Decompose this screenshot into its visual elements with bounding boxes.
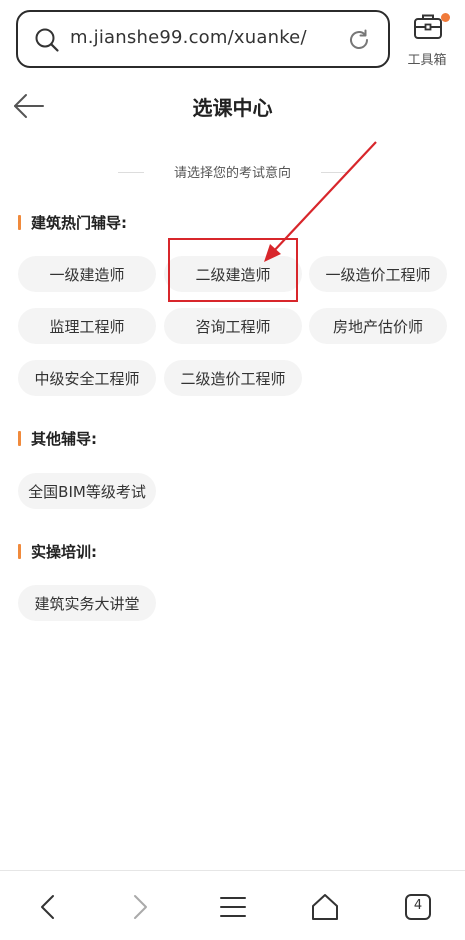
section-title-text: 其他辅导:: [31, 430, 97, 448]
refresh-icon[interactable]: [346, 27, 372, 53]
section-accent-bar: [18, 215, 21, 230]
subtitle: 请选择您的考试意向: [173, 166, 291, 181]
menu-icon[interactable]: [217, 891, 249, 923]
course-chip[interactable]: 咨询工程师: [164, 308, 302, 344]
notification-dot: [441, 13, 450, 22]
forward-icon[interactable]: [124, 891, 156, 923]
toolbox-button[interactable]: 工具箱: [402, 12, 452, 68]
course-chip[interactable]: 一级造价工程师: [309, 256, 447, 292]
course-chip[interactable]: 中级安全工程师: [18, 360, 156, 396]
course-chip[interactable]: 一级建造师: [18, 256, 156, 292]
annotation-arrow: [264, 141, 377, 262]
toolbox-label: 工具箱: [407, 53, 447, 68]
browser-top-bar: m.jianshe99.com/xuanke/ 工具箱: [0, 0, 465, 78]
tab-count: 4: [413, 898, 423, 913]
back-icon[interactable]: [32, 891, 64, 923]
course-chip[interactable]: 建筑实务大讲堂: [18, 585, 156, 621]
home-icon[interactable]: [309, 891, 341, 923]
section-title-text: 建筑热门辅导:: [31, 214, 127, 232]
course-chip[interactable]: 监理工程师: [18, 308, 156, 344]
course-chip[interactable]: 二级造价工程师: [164, 360, 302, 396]
subtitle-row: 请选择您的考试意向: [0, 160, 465, 184]
section-accent-bar: [18, 431, 21, 446]
page-header: 选课中心: [0, 80, 465, 132]
bottom-navigation: 4: [0, 870, 465, 940]
course-chip[interactable]: 房地产估价师: [309, 308, 447, 344]
page-title: 选课中心: [192, 96, 273, 120]
search-icon: [35, 28, 59, 52]
section-title-text: 实操培训:: [31, 543, 97, 561]
url-text[interactable]: m.jianshe99.com/xuanke/: [70, 27, 307, 48]
divider-right: [321, 172, 347, 173]
tabs-button[interactable]: 4: [402, 891, 434, 923]
highlight-box: [168, 238, 298, 302]
toolbox-icon: [414, 14, 442, 39]
address-bar[interactable]: m.jianshe99.com/xuanke/: [16, 10, 390, 68]
course-chip[interactable]: 全国BIM等级考试: [18, 473, 156, 509]
section-accent-bar: [18, 544, 21, 559]
